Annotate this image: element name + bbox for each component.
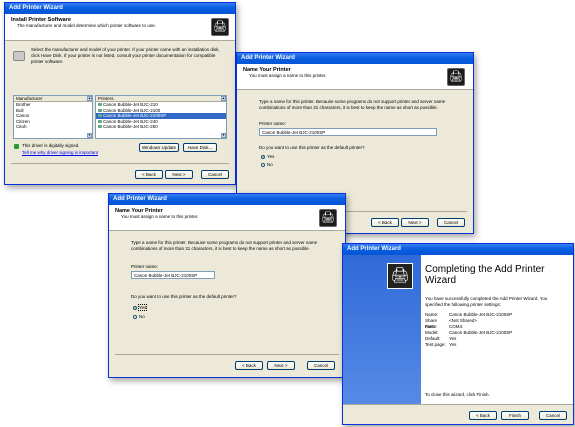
default-yes-radio[interactable]: Yes [133, 304, 148, 311]
radio-icon [133, 314, 137, 319]
printer-name-input[interactable]: Canon Bubble-Jet BJC-2100SP [131, 271, 215, 279]
header-subtitle: You must assign a name to this printer. [249, 73, 327, 78]
radio-selected-icon [261, 154, 265, 159]
wizard-side-panel: 🖨 [343, 255, 421, 424]
printer-wizard-icon: 🖨 [387, 263, 413, 289]
cancel-button[interactable]: Cancel [307, 361, 335, 370]
scroll-up-icon[interactable]: ▲ [87, 96, 92, 101]
window-title: Add Printer Wizard [5, 3, 235, 14]
radio-label: Yes [137, 304, 148, 311]
window-title: Add Printer Wizard [237, 53, 473, 64]
printer-model-label: Canon Bubble-Jet BJC-250 [103, 124, 158, 129]
scroll-down-icon[interactable]: ▼ [87, 133, 92, 138]
wizard-header: Install Printer Software The manufacture… [5, 14, 235, 41]
printer-model-list[interactable]: Printers Canon Bubble-Jet BJC-210 Canon … [95, 95, 227, 139]
wizard-window-completing: Add Printer Wizard 🖨 Completing the Add … [342, 243, 574, 425]
printer-model-label: Canon Bubble-Jet BJC-2100SP [103, 113, 167, 118]
header-subtitle: You must assign a name to this printer. [121, 214, 199, 219]
radio-label: No [267, 162, 273, 167]
printer-name-label: Printer name: [131, 264, 159, 269]
printer-icon: 🖨 [319, 209, 337, 227]
printer-driver-icon [98, 114, 102, 118]
default-no-radio[interactable]: No [133, 314, 145, 320]
completion-heading: Completing the Add Printer Wizard [425, 264, 545, 286]
cancel-button[interactable]: Cancel [437, 218, 465, 227]
manufacturer-list[interactable]: Manufacturer Brother Bull Canon Citizen … [13, 95, 93, 139]
have-disk-button[interactable]: Have Disk... [183, 143, 217, 152]
settings-list: Name: Canon Bubble-Jet BJC-2100SP Share n… [425, 312, 565, 348]
instructions-text: Type a name for this printer. Because so… [131, 240, 318, 251]
instructions-text: Select the manufacturer and model of you… [31, 47, 220, 64]
back-button[interactable]: < Back [371, 218, 399, 227]
next-button[interactable]: Next > [401, 218, 429, 227]
divider [11, 163, 229, 164]
driver-signed-text: This driver is digitally signed. [22, 143, 80, 148]
printer-icon: 🖨 [211, 18, 229, 36]
default-question: Do you want to use this printer as the d… [131, 294, 237, 299]
printer-driver-icon [98, 103, 102, 107]
close-instructions: To close this wizard, click Finish. [425, 392, 490, 397]
signed-check-icon [14, 144, 19, 149]
back-button[interactable]: < Back [469, 411, 497, 420]
wizard-header: Name Your Printer You must assign a name… [237, 64, 473, 90]
wizard-header: Name Your Printer You must assign a name… [109, 205, 345, 231]
printer-driver-icon [98, 119, 102, 123]
default-no-radio[interactable]: No [261, 162, 273, 168]
printer-driver-icon [98, 125, 102, 129]
default-yes-radio[interactable]: Yes [261, 154, 274, 160]
setting-label: Test page: [425, 342, 446, 347]
finish-button[interactable]: Finish [501, 411, 529, 420]
radio-icon [261, 162, 265, 167]
radio-selected-icon [133, 305, 137, 310]
back-button[interactable]: < Back [135, 170, 163, 179]
header-subtitle: The manufacturer and model determine whi… [17, 23, 156, 28]
scroll-up-icon[interactable]: ▲ [221, 96, 226, 101]
wizard-window-install-software: Add Printer Wizard Install Printer Softw… [4, 2, 236, 185]
printer-name-label: Printer name: [259, 121, 287, 126]
cancel-button[interactable]: Cancel [201, 170, 229, 179]
printer-icon: 🖨 [447, 68, 465, 86]
back-button[interactable]: < Back [235, 361, 263, 370]
printer-model-label: Canon Bubble-Jet BJC-2100 [103, 107, 161, 113]
wizard-window-name-printer-default: Add Printer Wizard Name Your Printer You… [108, 193, 346, 378]
next-button[interactable]: Next > [267, 361, 295, 370]
radio-label: No [139, 314, 145, 319]
printer-driver-icon [98, 108, 102, 112]
completion-intro: You have successfully completed the Add … [425, 296, 548, 307]
setting-value: Yes [449, 342, 457, 347]
divider [115, 354, 339, 355]
printer-name-input[interactable]: Canon Bubble-Jet BJC-2100SP [259, 128, 437, 136]
disk-icon [13, 51, 25, 61]
list-item[interactable]: Canon Bubble-Jet BJC-250 [96, 124, 226, 130]
default-question: Do you want to use this printer as the d… [259, 145, 365, 150]
windows-update-button[interactable]: Windows Update [139, 143, 179, 152]
setting-row: Test page: Yes [425, 342, 565, 348]
instructions-text: Type a name for this printer. Because so… [259, 99, 446, 110]
window-title: Add Printer Wizard [343, 244, 573, 255]
scroll-down-icon[interactable]: ▼ [221, 133, 226, 138]
printer-model-label: Canon Bubble-Jet BJC-240 [103, 118, 158, 124]
cancel-button[interactable]: Cancel [539, 411, 567, 420]
setting-value: Canon Bubble-Jet BJC-2100SP [449, 330, 513, 335]
window-title: Add Printer Wizard [109, 194, 345, 205]
driver-signing-link[interactable]: Tell me why driver signing is important [22, 150, 98, 156]
radio-label: Yes [267, 154, 275, 159]
list-item[interactable]: Citoh [14, 124, 92, 130]
printer-model-label: Canon Bubble-Jet BJC-210 [103, 102, 158, 107]
next-button[interactable]: Next > [165, 170, 193, 179]
